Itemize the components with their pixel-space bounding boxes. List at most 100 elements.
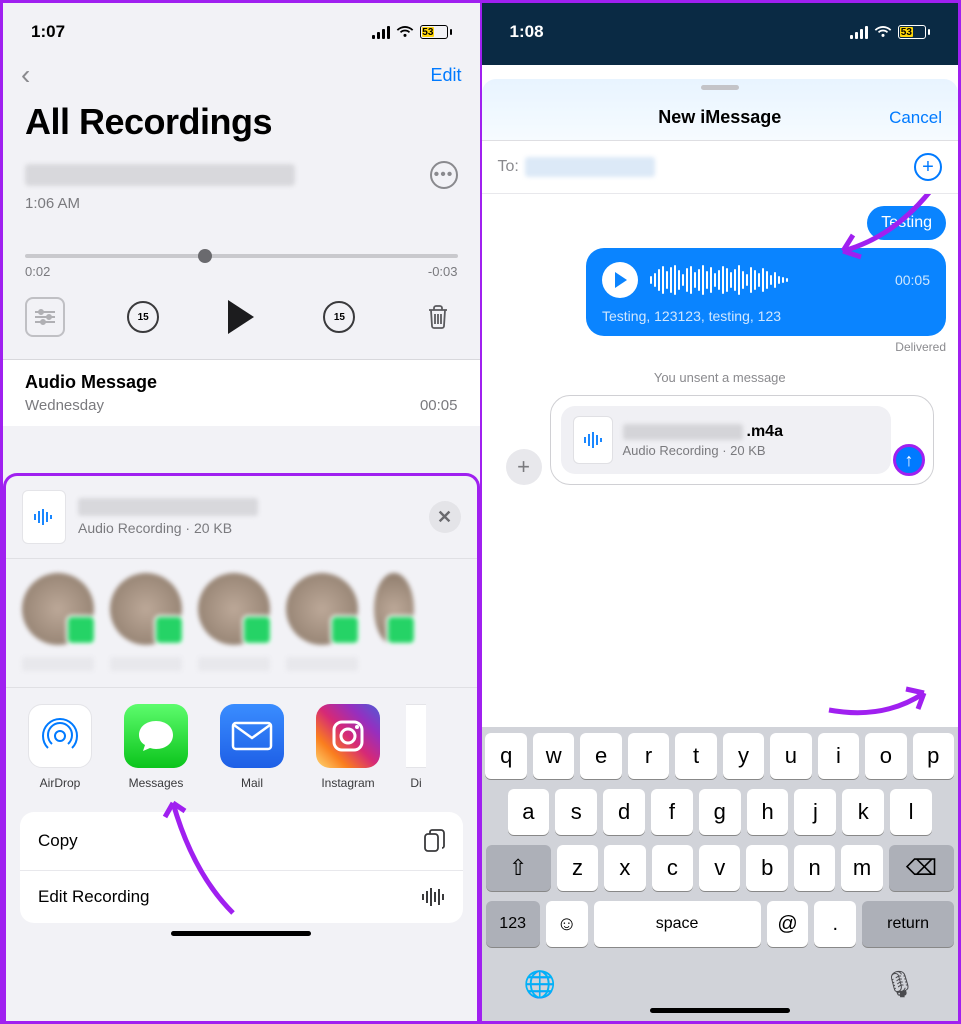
edit-button[interactable]: Edit (430, 65, 461, 86)
playback-settings-button[interactable] (25, 297, 65, 337)
globe-key[interactable]: 🌐 (524, 969, 556, 1000)
compose-row: + .m4a Audio Recording · 20 KB ↑ (494, 395, 947, 493)
waveform-icon (650, 264, 883, 296)
mail-app[interactable]: Mail (214, 704, 290, 790)
shift-key[interactable]: ⇧ (486, 845, 551, 891)
return-key[interactable]: return (862, 901, 954, 947)
key-z[interactable]: z (557, 845, 598, 891)
audio-message-bubble[interactable]: 00:05 Testing, 123123, testing, 123 (586, 248, 946, 336)
recipients-field[interactable]: To: + (482, 141, 959, 194)
contact-avatar[interactable] (198, 573, 270, 645)
partial-app[interactable]: Di (406, 704, 426, 790)
key-t[interactable]: t (675, 733, 716, 779)
key-a[interactable]: a (508, 789, 550, 835)
add-attachment-button[interactable]: + (506, 449, 542, 485)
home-indicator[interactable] (650, 1008, 790, 1013)
dictation-key[interactable]: 🎙 (883, 969, 916, 1000)
at-key[interactable]: @ (767, 901, 809, 947)
key-m[interactable]: m (841, 845, 882, 891)
recording-list-item[interactable]: Audio Message Wednesday 00:05 (3, 359, 480, 426)
compose-title: New iMessage (658, 107, 781, 128)
to-label: To: (498, 158, 519, 176)
key-p[interactable]: p (913, 733, 954, 779)
attachment-filename: .m4a (623, 423, 880, 441)
back-button[interactable]: ‹ (21, 59, 30, 91)
unsent-notice: You unsent a message (494, 364, 947, 395)
backspace-key[interactable]: ⌫ (889, 845, 954, 891)
share-actions: Copy Edit Recording (20, 812, 463, 923)
delete-button[interactable] (418, 297, 458, 337)
key-n[interactable]: n (794, 845, 835, 891)
status-time: 1:07 (31, 22, 65, 42)
waveform-icon (421, 887, 445, 907)
wifi-icon (874, 25, 892, 39)
add-recipient-button[interactable]: + (914, 153, 942, 181)
playback-scrubber[interactable] (25, 254, 458, 258)
key-y[interactable]: y (723, 733, 764, 779)
key-q[interactable]: q (485, 733, 526, 779)
key-f[interactable]: f (651, 789, 693, 835)
key-g[interactable]: g (699, 789, 741, 835)
cancel-button[interactable]: Cancel (889, 108, 942, 128)
key-i[interactable]: i (818, 733, 859, 779)
key-v[interactable]: v (699, 845, 740, 891)
attachment-card[interactable]: .m4a Audio Recording · 20 KB (561, 406, 892, 474)
key-b[interactable]: b (746, 845, 787, 891)
skip-back-15-button[interactable]: 15 (127, 301, 159, 333)
skip-forward-15-button[interactable]: 15 (323, 301, 355, 333)
home-indicator[interactable] (171, 931, 311, 936)
key-r[interactable]: r (628, 733, 669, 779)
status-bar: 1:08 53 (482, 3, 959, 53)
send-button[interactable]: ↑ (893, 444, 925, 476)
elapsed-time: 0:02 (25, 264, 50, 279)
edit-recording-action[interactable]: Edit Recording (20, 871, 463, 923)
play-audio-button[interactable] (602, 262, 638, 298)
numbers-key[interactable]: 123 (486, 901, 540, 947)
more-options-button[interactable]: ••• (430, 161, 458, 189)
emoji-key[interactable]: ☺ (546, 901, 588, 947)
remaining-time: -0:03 (428, 264, 458, 279)
key-j[interactable]: j (794, 789, 836, 835)
instagram-icon (316, 704, 380, 768)
dot-key[interactable]: . (814, 901, 856, 947)
recording-title-redacted (25, 164, 295, 186)
message-bubble[interactable]: Testing (867, 206, 946, 240)
voice-memos-screen: 1:07 53 ‹ Edit All Recordings ••• 1:06 A… (0, 0, 481, 1024)
key-e[interactable]: e (580, 733, 621, 779)
key-l[interactable]: l (890, 789, 932, 835)
close-share-button[interactable]: ✕ (429, 501, 461, 533)
recipient-redacted (525, 157, 655, 177)
delivered-status: Delivered (895, 340, 946, 354)
key-o[interactable]: o (865, 733, 906, 779)
airdrop-app[interactable]: AirDrop (22, 704, 98, 790)
key-h[interactable]: h (747, 789, 789, 835)
battery-percent: 53 (900, 27, 913, 37)
battery-percent: 53 (422, 27, 435, 37)
play-button[interactable] (221, 297, 261, 337)
instagram-app[interactable]: Instagram (310, 704, 386, 790)
key-w[interactable]: w (533, 733, 574, 779)
key-x[interactable]: x (604, 845, 645, 891)
battery-indicator: 53 (898, 25, 930, 39)
recording-subtitle: 1:06 AM (25, 195, 458, 212)
contact-avatar[interactable] (286, 573, 358, 645)
key-s[interactable]: s (555, 789, 597, 835)
player-controls: 15 15 (3, 279, 480, 359)
recording-selected[interactable]: ••• 1:06 AM (3, 155, 480, 222)
status-bar: 1:07 53 (3, 3, 480, 53)
message-input[interactable]: .m4a Audio Recording · 20 KB ↑ (550, 395, 935, 485)
keyboard[interactable]: qwertyuiop asdfghjkl ⇧ zxcvbnm ⌫ 123 ☺ s… (482, 727, 959, 1021)
key-k[interactable]: k (842, 789, 884, 835)
contact-avatar[interactable] (110, 573, 182, 645)
key-d[interactable]: d (603, 789, 645, 835)
contact-avatar[interactable] (22, 573, 94, 645)
status-indicators: 53 (850, 25, 930, 39)
contact-avatar[interactable] (374, 573, 414, 645)
space-key[interactable]: space (594, 901, 761, 947)
copy-action[interactable]: Copy (20, 812, 463, 871)
key-u[interactable]: u (770, 733, 811, 779)
status-indicators: 53 (372, 25, 452, 39)
share-contacts-row (6, 558, 477, 655)
key-c[interactable]: c (652, 845, 693, 891)
messages-app[interactable]: Messages (118, 704, 194, 790)
